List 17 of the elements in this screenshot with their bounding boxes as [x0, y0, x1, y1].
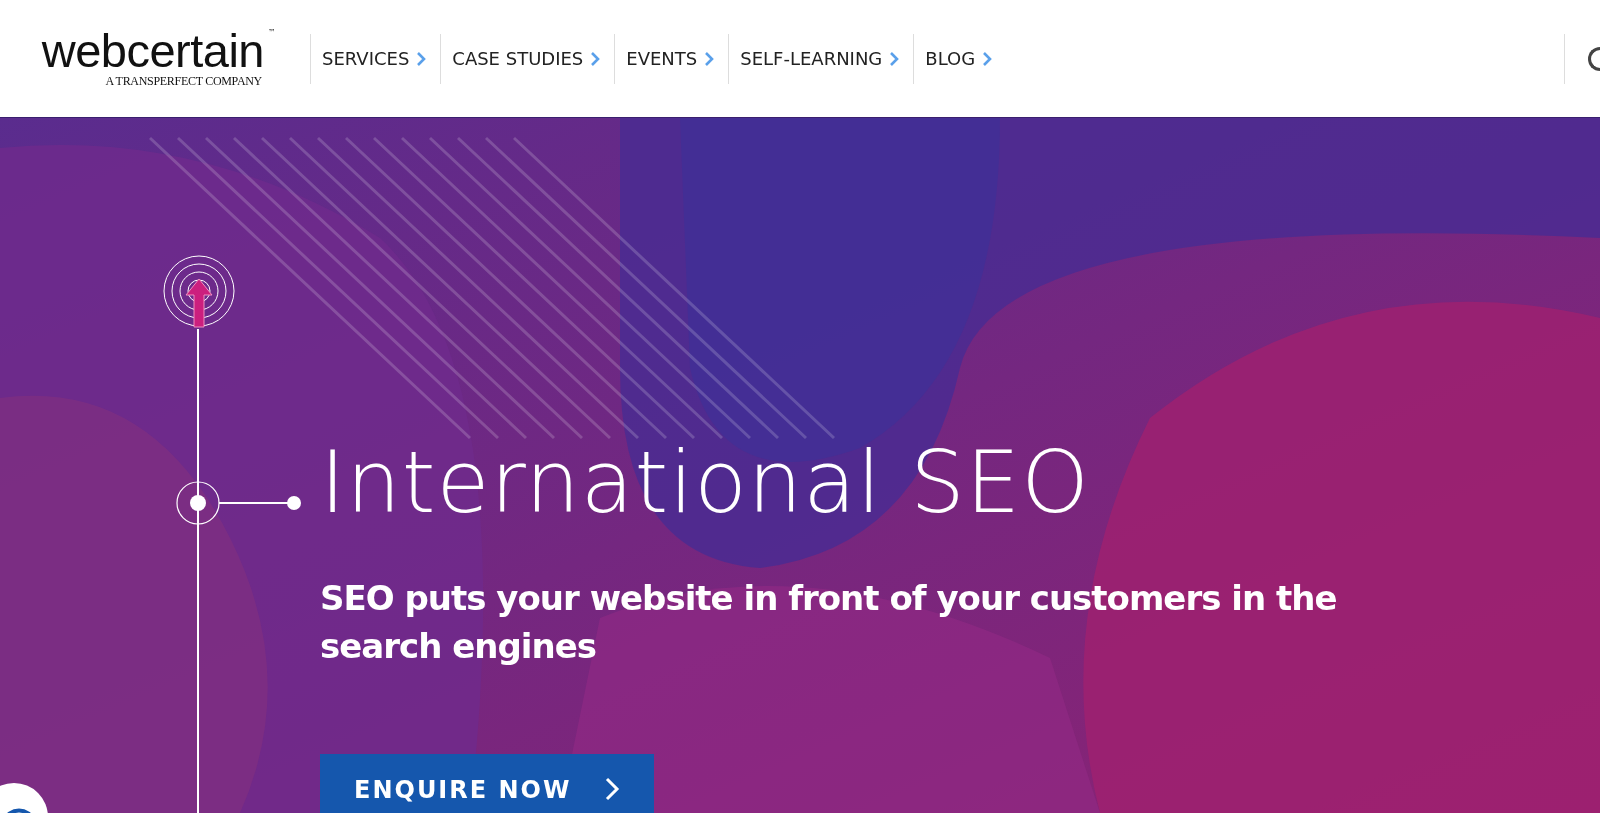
nav-link[interactable]: SELF-LEARNING — [728, 33, 914, 84]
nav-link[interactable]: EVENTS — [614, 33, 729, 84]
hero-subtitle: SEO puts your website in front of your customers in the search engines — [320, 577, 1338, 668]
chevron-icon — [982, 50, 993, 67]
logo-wordmark[interactable]: webcertain — [41, 28, 264, 74]
logo-tagline: A TRANSPERFECT COMPANY — [105, 74, 262, 89]
chevron-icon — [590, 50, 601, 67]
trademark-sign: ™ — [268, 28, 276, 37]
hero-title: International SEO — [320, 432, 1091, 532]
chevron-icon — [603, 776, 620, 802]
enquire-button[interactable]: ENQUIRE NOW — [320, 754, 654, 813]
chevron-icon — [889, 50, 900, 67]
nav-link[interactable]: CASE STUDIES — [440, 33, 615, 84]
chevron-icon — [704, 50, 715, 67]
chevron-icon — [416, 50, 427, 67]
nav-link[interactable]: BLOG — [913, 33, 1007, 84]
nav-link[interactable]: SERVICES — [310, 33, 441, 84]
